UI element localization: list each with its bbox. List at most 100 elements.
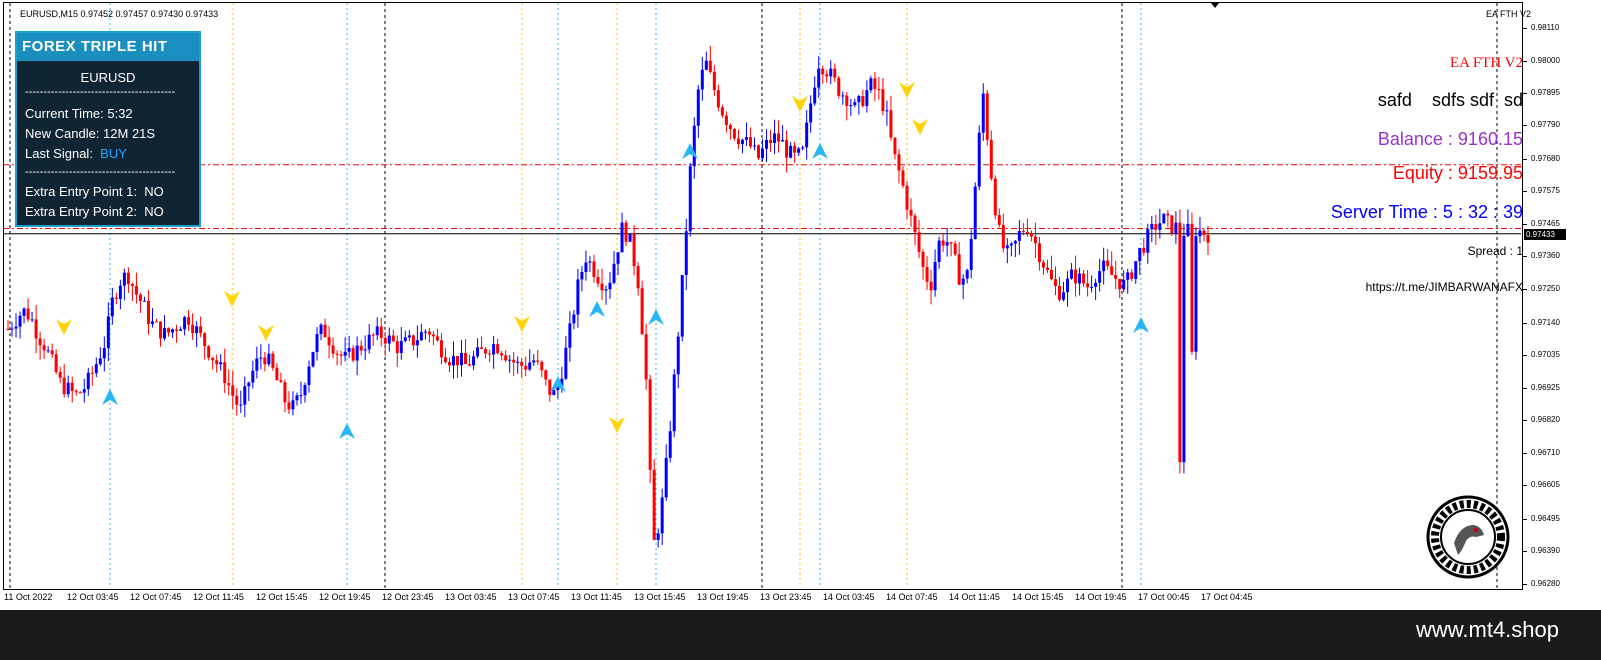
candle-body	[805, 122, 809, 148]
candle-body	[1102, 260, 1106, 272]
candle-body	[861, 96, 865, 106]
candle-body	[877, 89, 881, 91]
candle-body	[118, 285, 122, 299]
candle-body	[455, 356, 459, 366]
candle-body	[905, 185, 909, 210]
candle-body	[953, 243, 957, 255]
candle-body	[215, 360, 219, 365]
candle-body	[961, 278, 965, 285]
candle-body	[387, 335, 391, 344]
candle-body	[187, 317, 191, 325]
candle-body	[1090, 286, 1094, 288]
time-label: 12 Oct 07:45	[130, 592, 182, 602]
candle-body	[283, 382, 287, 403]
candle-body	[937, 240, 941, 262]
candle-body	[596, 277, 600, 284]
candle-body	[572, 314, 576, 324]
candle-body	[821, 68, 825, 75]
candle-body	[933, 261, 937, 291]
candle-body	[584, 262, 588, 272]
candle-body	[427, 331, 431, 335]
candle-body	[1122, 279, 1126, 290]
candle-body	[660, 497, 664, 534]
candle-body	[1017, 231, 1021, 241]
candle-body	[38, 338, 42, 346]
candle-body	[941, 240, 945, 246]
candle-body	[1150, 224, 1154, 230]
candle-body	[138, 294, 142, 301]
candle-body	[307, 366, 311, 386]
candle-body	[917, 232, 921, 252]
candle-body	[1041, 262, 1045, 268]
footer-brand[interactable]: www.mt4.shop	[1416, 617, 1559, 643]
price-label: 0.97035	[1531, 349, 1560, 359]
candle-body	[716, 90, 720, 108]
price-label: 0.96710	[1531, 448, 1560, 458]
candle-body	[219, 362, 223, 365]
candle-body	[1190, 223, 1194, 352]
candle-body	[34, 319, 38, 339]
candle-body	[901, 170, 905, 186]
candle-body	[740, 139, 744, 145]
candle-body	[74, 391, 78, 393]
candle-body	[1174, 222, 1178, 234]
candle-body	[10, 328, 14, 330]
candlestick-chart[interactable]	[0, 0, 1523, 592]
symbol-header: EURUSD,M15 0.97452 0.97457 0.97430 0.974…	[20, 9, 219, 19]
candle-body	[110, 297, 114, 317]
candle-body	[247, 382, 251, 387]
candle-body	[708, 60, 712, 72]
candle-body	[724, 115, 728, 125]
time-label: 14 Oct 15:45	[1012, 592, 1064, 602]
candle-body	[46, 350, 50, 352]
candle-body	[785, 140, 789, 158]
candle-body	[528, 362, 532, 370]
candle-body	[267, 353, 271, 365]
candle-body	[1058, 285, 1062, 300]
candle-body	[391, 335, 395, 342]
candle-body	[973, 186, 977, 239]
candle-body	[134, 285, 138, 295]
candle-body	[837, 77, 841, 96]
candle-body	[447, 362, 451, 366]
candle-body	[600, 283, 604, 291]
candle-body	[524, 365, 528, 370]
candle-body	[30, 319, 34, 321]
candle-body	[1045, 267, 1049, 270]
candle-body	[327, 337, 331, 346]
candle-body	[909, 209, 913, 216]
candle-body	[857, 96, 861, 103]
candle-body	[544, 370, 548, 380]
price-axis[interactable]: 0.98110 0.98000 0.97895 0.97790 0.97680 0.975…	[1523, 2, 1601, 590]
candle-body	[315, 334, 319, 353]
candle-body	[243, 386, 247, 405]
candle-body	[472, 356, 476, 366]
candle-body	[873, 78, 877, 90]
spread-label: Spread : 1	[1467, 244, 1523, 258]
candle-body	[500, 353, 504, 356]
candle-body	[957, 254, 961, 285]
candle-body	[664, 457, 668, 498]
time-label: 12 Oct 23:45	[382, 592, 434, 602]
candle-body	[114, 297, 118, 299]
candle-body	[925, 266, 929, 282]
candle-body	[1078, 273, 1082, 284]
sell-arrow-icon	[56, 319, 72, 335]
price-tick	[1523, 584, 1527, 585]
candle-body	[231, 385, 235, 396]
candle-body	[1178, 222, 1182, 463]
candle-body	[628, 233, 632, 242]
candle-body	[865, 90, 869, 106]
candle-body	[66, 382, 70, 395]
candle-body	[163, 328, 167, 339]
telegram-link[interactable]: https://t.me/JIMBARWANAFX	[1366, 280, 1523, 294]
candle-body	[179, 329, 183, 331]
candle-body	[684, 231, 688, 276]
balance-label: Balance : 9160.15	[1377, 129, 1523, 149]
candle-body	[1001, 224, 1005, 249]
candle-body	[183, 317, 187, 330]
candle-body	[1142, 247, 1146, 253]
price-tick	[1523, 223, 1527, 225]
price-tick	[1523, 453, 1527, 455]
candle-body	[1206, 235, 1210, 243]
